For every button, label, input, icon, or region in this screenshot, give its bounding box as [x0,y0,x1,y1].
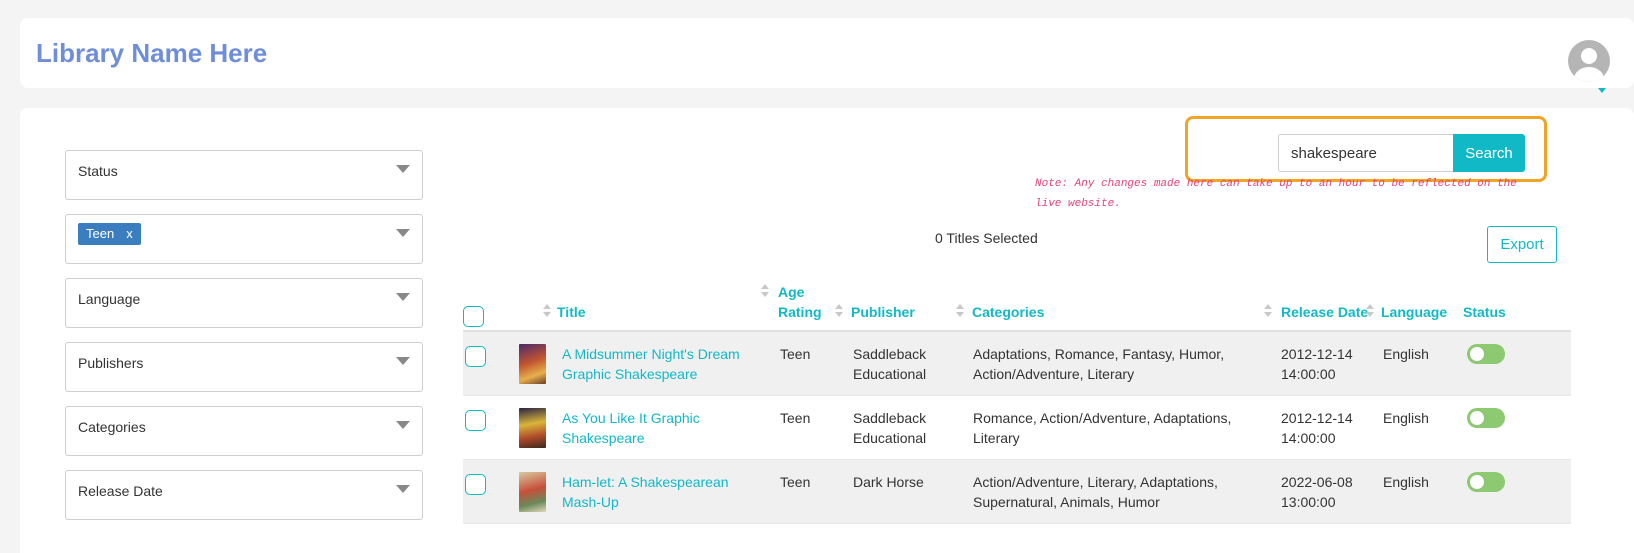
row-age-rating: Teen [780,346,811,362]
row-age-rating: Teen [780,410,811,426]
titles-table: Title Age Rating Publisher Categories Re… [463,278,1571,524]
release-date-filter[interactable]: Release Date [65,470,423,520]
age-rating-filter[interactable]: Teen x [65,214,423,264]
status-filter-label: Status [78,163,118,179]
header-language[interactable]: Language [1381,302,1447,322]
header-categories[interactable]: Categories [972,302,1044,322]
export-button[interactable]: Export [1487,226,1557,263]
row-release-date-line2: 13:00:00 [1281,494,1336,510]
sort-icon[interactable] [761,284,769,298]
header-title[interactable]: Title [557,302,586,322]
sort-icon[interactable] [835,304,843,318]
release-date-filter-label: Release Date [78,483,163,499]
sort-icon[interactable] [1264,304,1272,318]
dropdown-arrow-icon[interactable] [396,485,410,493]
sort-icon[interactable] [543,304,551,318]
status-toggle[interactable] [1467,344,1505,364]
status-toggle[interactable] [1467,472,1505,492]
row-release-date-line2: 14:00:00 [1281,430,1336,446]
row-title-line1[interactable]: As You Like It Graphic [562,408,700,428]
row-age-rating: Teen [780,474,811,490]
select-all-checkbox[interactable] [463,306,484,327]
book-cover-image[interactable] [519,472,546,512]
dropdown-arrow-icon[interactable] [396,357,410,365]
row-release-date-line1: 2012-12-14 [1281,410,1353,426]
row-title-line2[interactable]: Mash-Up [562,492,619,512]
row-categories-line1: Adaptations, Romance, Fantasy, Humor, [973,346,1225,362]
row-publisher-line2: Educational [853,430,927,446]
library-name[interactable]: Library Name Here [36,38,267,69]
row-categories-line2: Literary [973,430,1020,446]
row-release-date-line1: 2022-06-08 [1281,474,1353,490]
row-checkbox[interactable] [465,410,486,431]
language-filter[interactable]: Language [65,278,423,328]
row-categories-line1: Action/Adventure, Literary, Adaptations, [973,474,1218,490]
table-row: A Midsummer Night's Dream Graphic Shakes… [463,332,1571,396]
table-row: As You Like It Graphic Shakespeare Teen … [463,396,1571,460]
header-release-date[interactable]: Release Date [1281,302,1368,322]
language-filter-label: Language [78,291,141,307]
selected-tag-teen: Teen x [78,223,141,245]
row-language: English [1383,410,1429,426]
sort-icon[interactable] [1366,304,1374,318]
tag-remove-icon[interactable]: x [126,226,133,241]
row-title-line1[interactable]: A Midsummer Night's Dream [562,344,740,364]
header-status: Status [1463,304,1506,320]
status-filter[interactable]: Status [65,150,423,200]
sort-icon[interactable] [956,304,964,318]
row-language: English [1383,346,1429,362]
row-checkbox[interactable] [465,474,486,495]
row-release-date-line2: 14:00:00 [1281,366,1336,382]
row-checkbox[interactable] [465,346,486,367]
row-publisher-line2: Educational [853,366,927,382]
row-release-date-line1: 2012-12-14 [1281,346,1353,362]
row-title-line1[interactable]: Ham-let: A Shakespearean [562,472,729,492]
categories-filter-label: Categories [78,419,146,435]
publishers-filter-label: Publishers [78,355,144,371]
row-language: English [1383,474,1429,490]
row-publisher-line1: Dark Horse [853,474,924,490]
top-header: Library Name Here [20,18,1634,93]
row-publisher-line1: Saddleback [853,410,927,426]
book-cover-image[interactable] [519,344,546,384]
book-cover-image[interactable] [519,408,546,448]
search-input[interactable] [1278,134,1454,172]
search-button[interactable]: Search [1453,134,1525,172]
table-row: Ham-let: A Shakespearean Mash-Up Teen Da… [463,460,1571,524]
header-age-rating-line1[interactable]: Age [778,282,804,302]
update-note: Note: Any changes made here can take up … [1035,178,1517,210]
row-title-line2[interactable]: Graphic Shakespeare [562,364,697,384]
header-age-rating-line2[interactable]: Rating [778,302,822,322]
row-categories-line2: Supernatural, Animals, Humor [973,494,1160,510]
header-publisher[interactable]: Publisher [851,302,915,322]
selected-count: 0 Titles Selected [935,230,1038,246]
main-panel: Status Teen x Language Publishers Categor… [20,108,1634,553]
chevron-down-icon[interactable] [1598,88,1606,93]
dropdown-arrow-icon[interactable] [396,421,410,429]
table-header: Title Age Rating Publisher Categories Re… [463,278,1571,332]
dropdown-arrow-icon[interactable] [396,165,410,173]
row-categories-line1: Romance, Action/Adventure, Adaptations, [973,410,1232,426]
user-avatar-icon[interactable] [1568,40,1610,82]
tag-label: Teen [86,226,115,241]
row-title-line2[interactable]: Shakespeare [562,428,645,448]
status-toggle[interactable] [1467,408,1505,428]
dropdown-arrow-icon[interactable] [396,293,410,301]
dropdown-arrow-icon[interactable] [396,229,410,237]
row-categories-line2: Action/Adventure, Literary [973,366,1135,382]
categories-filter[interactable]: Categories [65,406,423,456]
publishers-filter[interactable]: Publishers [65,342,423,392]
row-publisher-line1: Saddleback [853,346,927,362]
